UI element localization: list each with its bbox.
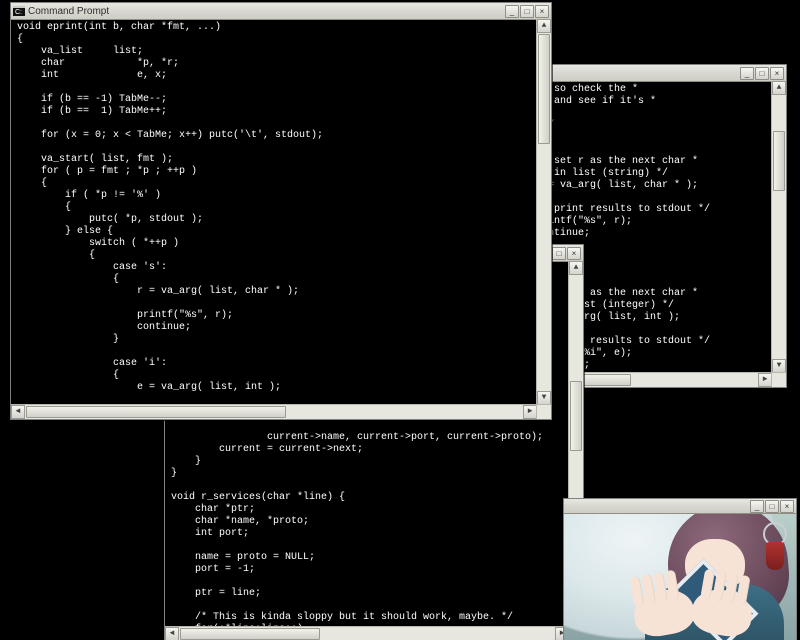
maximize-button[interactable]: □ <box>552 247 566 260</box>
minimize-button[interactable]: _ <box>505 5 519 18</box>
close-button[interactable]: × <box>567 247 581 260</box>
maximize-button[interactable]: □ <box>520 5 534 18</box>
scroll-right-button[interactable]: ► <box>523 405 537 419</box>
media-content <box>564 514 796 640</box>
vertical-scrollbar[interactable]: ▲ ▼ <box>536 19 551 405</box>
maximize-button[interactable]: □ <box>755 67 769 80</box>
maximize-button[interactable]: □ <box>765 500 779 513</box>
scroll-down-button[interactable]: ▼ <box>537 391 551 405</box>
close-button[interactable]: × <box>535 5 549 18</box>
svg-text:C:: C: <box>15 9 22 16</box>
vertical-scrollbar[interactable]: ▲ ▼ <box>771 81 786 373</box>
scroll-up-button[interactable]: ▲ <box>569 261 583 275</box>
command-prompt-icon: C: <box>13 5 25 17</box>
window-title: Command Prompt <box>28 6 109 17</box>
scroll-left-button[interactable]: ◄ <box>11 405 25 419</box>
resize-corner[interactable] <box>771 372 786 387</box>
resize-corner[interactable] <box>536 404 551 419</box>
scroll-up-button[interactable]: ▲ <box>537 19 551 33</box>
media-window[interactable]: _ □ × <box>563 498 797 640</box>
horizontal-scrollbar[interactable]: ◄ ► <box>165 626 569 640</box>
minimize-button[interactable]: _ <box>750 500 764 513</box>
scroll-up-button[interactable]: ▲ <box>772 81 786 95</box>
titlebar[interactable]: _ □ × <box>536 65 786 82</box>
scroll-thumb[interactable] <box>538 34 550 144</box>
scroll-thumb-h[interactable] <box>26 406 286 418</box>
scroll-thumb[interactable] <box>773 131 785 191</box>
minimize-button[interactable]: _ <box>740 67 754 80</box>
titlebar[interactable]: C: Command Prompt _ □ × <box>11 3 551 20</box>
command-prompt-window[interactable]: C: Command Prompt _ □ × void eprint(int … <box>10 2 552 420</box>
scroll-thumb-h[interactable] <box>180 628 320 640</box>
scroll-down-button[interactable]: ▼ <box>772 359 786 373</box>
close-button[interactable]: × <box>780 500 794 513</box>
terminal-content: void eprint(int b, char *fmt, ...) { va_… <box>11 20 543 408</box>
scroll-left-button[interactable]: ◄ <box>165 627 179 640</box>
horizontal-scrollbar[interactable]: ◄ ► <box>11 404 537 419</box>
titlebar[interactable]: _ □ × <box>564 499 796 514</box>
hanging-charm <box>762 522 788 572</box>
close-button[interactable]: × <box>770 67 784 80</box>
scroll-right-button[interactable]: ► <box>758 373 772 387</box>
scroll-thumb[interactable] <box>570 381 582 451</box>
